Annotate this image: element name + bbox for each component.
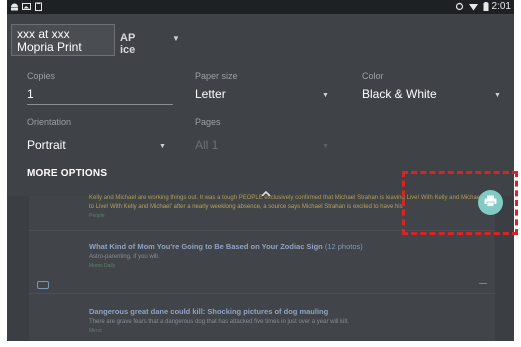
news-item-body: Kelly and Michael are working things out…	[89, 195, 482, 201]
status-time: 2:01	[491, 1, 511, 12]
news-item-body: There are grave fears that a dangerous d…	[89, 319, 349, 325]
printer-name-line2: Mopria Print	[17, 40, 82, 54]
device-screen: 2:01 AP ice ▼ xxx at xxx Mopria Print Co…	[7, 0, 514, 341]
color-select[interactable]: Black & White	[362, 87, 437, 101]
image-icon	[22, 2, 31, 11]
message-icon	[37, 281, 49, 289]
document-preview: Kelly and Michael are working things out…	[7, 195, 514, 341]
news-item-title[interactable]: What Kind of Mom You're Going to Be Base…	[89, 242, 363, 251]
paper-size-select[interactable]: Letter	[195, 87, 226, 101]
news-item-body: to Live! With Kelly and Michael' after a…	[89, 204, 403, 210]
orientation-label: Orientation	[27, 117, 72, 127]
paper-size-dropdown-icon[interactable]: ▼	[322, 92, 329, 99]
copies-underline	[27, 104, 173, 105]
pages-select: All 1	[195, 138, 219, 152]
news-item-body: Astro-parenting, if you will.	[89, 254, 160, 260]
status-bar: 2:01	[7, 0, 514, 14]
printer-selector-background-text: AP ice	[120, 32, 136, 56]
print-button[interactable]	[478, 190, 503, 215]
news-item-title[interactable]: Dangerous great dane could kill: Shockin…	[89, 307, 328, 316]
clipboard-icon	[34, 2, 43, 11]
copies-input[interactable]: 1	[27, 87, 34, 101]
printer-selector[interactable]: AP ice ▼ xxx at xxx Mopria Print	[7, 14, 514, 64]
sync-icon	[455, 2, 464, 11]
copies-label: Copies	[27, 71, 56, 81]
pages-dropdown-icon: ▼	[322, 143, 329, 150]
wifi-icon	[469, 2, 478, 11]
android-icon	[10, 2, 19, 11]
news-item-source: Mirror	[89, 328, 103, 334]
color-label: Color	[362, 71, 384, 81]
news-item-source: People	[89, 213, 105, 219]
divider	[29, 293, 495, 294]
orientation-dropdown-icon[interactable]: ▼	[159, 143, 166, 150]
pages-label: Pages	[195, 117, 221, 127]
orientation-select[interactable]: Portrait	[27, 138, 66, 152]
minus-icon	[479, 283, 487, 284]
chevron-down-icon[interactable]: ▼	[172, 34, 180, 43]
printer-name-popup[interactable]: xxx at xxx Mopria Print	[11, 24, 115, 56]
paper-size-label: Paper size	[195, 71, 238, 81]
divider	[29, 230, 495, 231]
more-options-button[interactable]: MORE OPTIONS	[27, 168, 107, 179]
news-item-source: Moms Daily	[89, 263, 116, 269]
color-dropdown-icon[interactable]: ▼	[494, 92, 501, 99]
printer-icon	[484, 194, 497, 212]
print-options-panel: AP ice ▼ xxx at xxx Mopria Print Copies …	[7, 14, 514, 197]
battery-icon	[481, 2, 490, 11]
